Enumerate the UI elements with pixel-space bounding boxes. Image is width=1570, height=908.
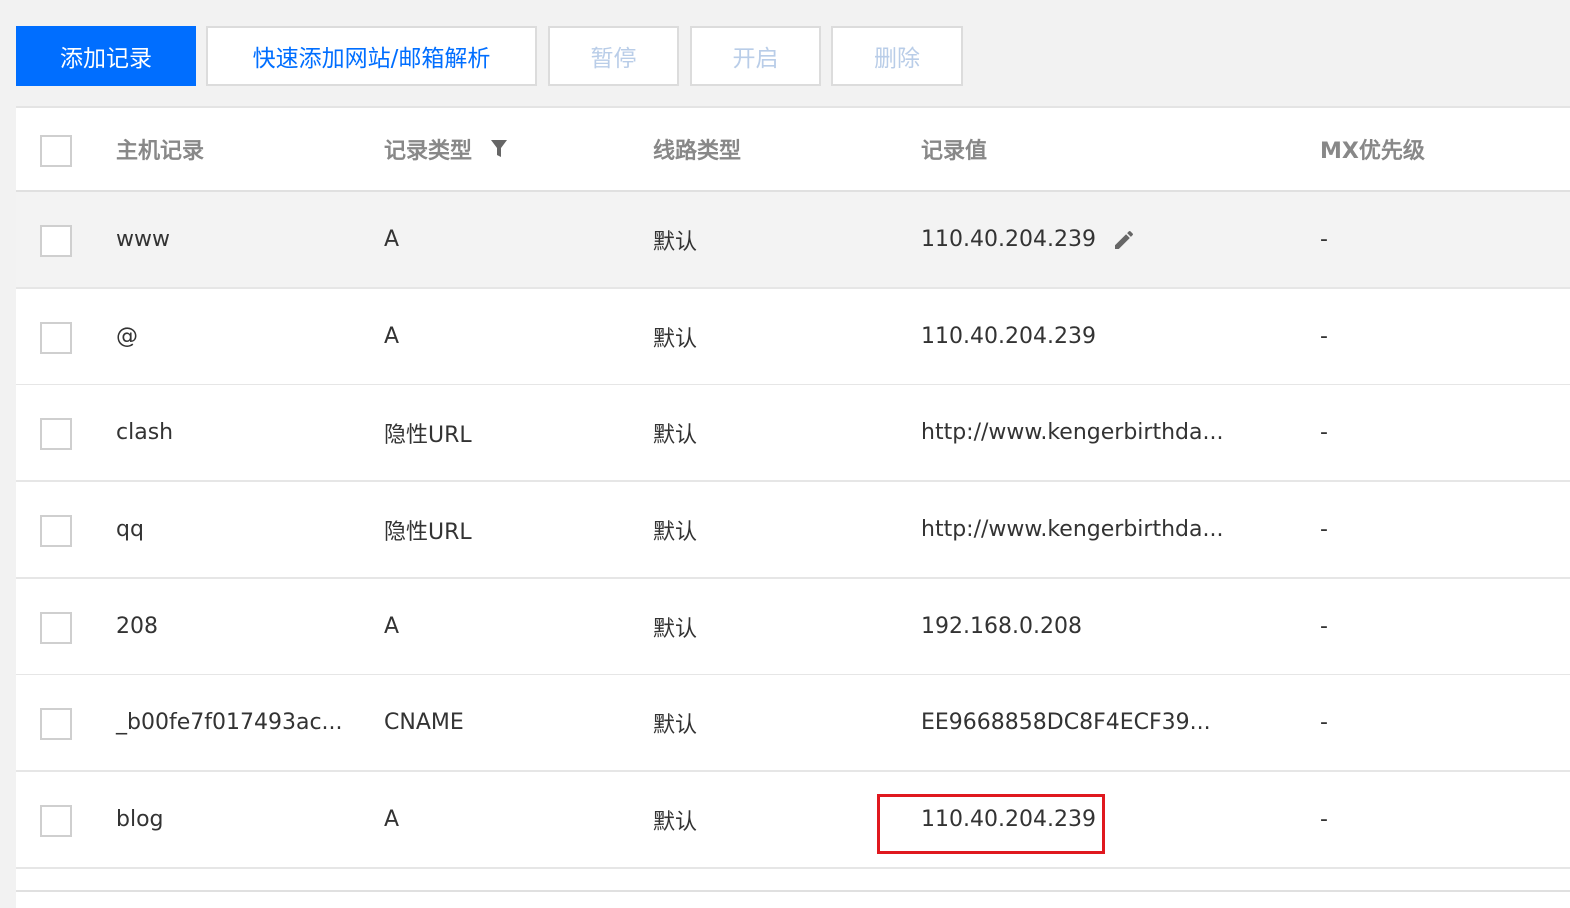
row-checkbox[interactable] xyxy=(40,225,72,257)
line-cell: 默认 xyxy=(653,519,698,545)
type-cell: 隐性URL xyxy=(384,422,472,448)
line-cell: 默认 xyxy=(653,422,698,448)
add-record-button[interactable]: 添加记录 xyxy=(16,26,196,86)
host-cell: qq xyxy=(116,517,144,542)
table-row[interactable]: blog A 默认 110.40.204.239 - xyxy=(16,772,1570,869)
type-cell: CNAME xyxy=(384,710,464,735)
table-row[interactable]: 208 A 默认 192.168.0.208 - xyxy=(16,579,1570,676)
dns-records-table: 主机记录 记录类型 线路类型 记录值 MX优先级 www A 默认 110.40… xyxy=(16,106,1570,908)
host-cell: 208 xyxy=(116,614,158,639)
column-label-value: 记录值 xyxy=(921,139,988,164)
value-cell: EE9668858DC8F4ECF39... xyxy=(921,710,1211,735)
type-cell: A xyxy=(384,614,400,639)
table-divider xyxy=(16,890,1570,892)
value-cell: http://www.kengerbirthda... xyxy=(921,517,1224,542)
column-label-host: 主机记录 xyxy=(116,139,205,164)
mx-cell: - xyxy=(1320,710,1328,735)
delete-button[interactable]: 删除 xyxy=(831,26,963,86)
line-cell: 默认 xyxy=(653,616,698,642)
column-header-line: 线路类型 xyxy=(653,108,741,190)
filter-icon[interactable] xyxy=(490,138,508,160)
value-cell: 110.40.204.239 xyxy=(921,324,1096,349)
table-row[interactable]: @ A 默认 110.40.204.239 - xyxy=(16,289,1570,386)
table-row[interactable]: _b00fe7f017493ac... CNAME 默认 EE9668858DC… xyxy=(16,675,1570,772)
row-checkbox[interactable] xyxy=(40,805,72,837)
line-cell: 默认 xyxy=(653,229,698,255)
host-cell: blog xyxy=(116,807,164,832)
pencil-edit-icon[interactable] xyxy=(1112,228,1136,252)
line-cell: 默认 xyxy=(653,712,698,738)
type-cell: A xyxy=(384,807,400,832)
line-cell: 默认 xyxy=(653,326,698,352)
mx-cell: - xyxy=(1320,227,1328,252)
mx-cell: - xyxy=(1320,807,1328,832)
table-header: 主机记录 记录类型 线路类型 记录值 MX优先级 xyxy=(16,108,1570,192)
host-cell: @ xyxy=(116,324,138,349)
select-all-checkbox[interactable] xyxy=(40,135,72,167)
column-header-host: 主机记录 xyxy=(116,108,204,190)
table-row[interactable]: www A 默认 110.40.204.239 - xyxy=(16,192,1570,289)
highlight-annotation-box xyxy=(877,794,1105,854)
table-row[interactable]: qq 隐性URL 默认 http://www.kengerbirthda... … xyxy=(16,482,1570,579)
mx-cell: - xyxy=(1320,614,1328,639)
value-cell: 110.40.204.239 xyxy=(921,192,1136,287)
host-cell: www xyxy=(116,227,170,252)
line-cell: 默认 xyxy=(653,809,698,835)
table-row[interactable]: clash 隐性URL 默认 http://www.kengerbirthda.… xyxy=(16,385,1570,482)
type-cell: A xyxy=(384,227,400,252)
column-header-mx: MX优先级 xyxy=(1320,108,1425,190)
pause-button[interactable]: 暂停 xyxy=(548,26,679,86)
value-cell: 192.168.0.208 xyxy=(921,614,1082,639)
row-checkbox[interactable] xyxy=(40,515,72,547)
column-label-mx: MX优先级 xyxy=(1320,139,1425,164)
column-label-line: 线路类型 xyxy=(653,139,742,164)
column-header-value: 记录值 xyxy=(921,108,987,190)
column-header-type: 记录类型 xyxy=(384,108,508,190)
row-checkbox[interactable] xyxy=(40,612,72,644)
mx-cell: - xyxy=(1320,517,1328,542)
column-label-type: 记录类型 xyxy=(384,139,473,164)
type-cell: 隐性URL xyxy=(384,519,472,545)
row-checkbox[interactable] xyxy=(40,418,72,450)
quick-add-button[interactable]: 快速添加网站/邮箱解析 xyxy=(206,26,537,86)
row-checkbox[interactable] xyxy=(40,708,72,740)
host-cell: _b00fe7f017493ac... xyxy=(116,710,343,735)
value-text: 110.40.204.239 xyxy=(921,227,1096,252)
type-cell: A xyxy=(384,324,400,349)
host-cell: clash xyxy=(116,420,174,445)
enable-button[interactable]: 开启 xyxy=(690,26,821,86)
row-checkbox[interactable] xyxy=(40,322,72,354)
mx-cell: - xyxy=(1320,324,1328,349)
value-cell: http://www.kengerbirthda... xyxy=(921,420,1224,445)
mx-cell: - xyxy=(1320,420,1328,445)
